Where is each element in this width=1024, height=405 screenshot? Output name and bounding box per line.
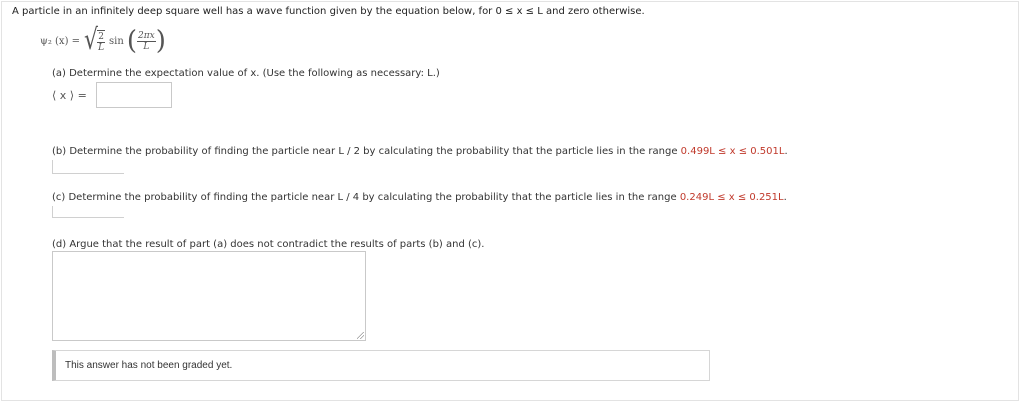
wave-function-equation: ψ₂ (x) = √ 2 L sin ( 2πx L ) (40, 24, 166, 57)
expectation-label: ⟨ x ⟩ = (52, 88, 87, 102)
equation-lhs: ψ₂ (x) = (40, 35, 81, 47)
sqrt-term: √ 2 L (84, 24, 106, 57)
part-b-question: (b) Determine the probability of finding… (52, 146, 788, 157)
part-b-answer-input[interactable] (52, 160, 124, 174)
part-c-range: 0.249L ≤ x ≤ 0.251L (679, 192, 784, 203)
part-d-answer-textarea[interactable] (52, 251, 366, 341)
sin-function: sin (109, 35, 124, 47)
resize-handle-icon[interactable] (357, 332, 364, 339)
part-b-range: 0.499L ≤ x ≤ 0.501L (680, 146, 785, 157)
part-a-answer-input[interactable] (96, 82, 172, 108)
part-d-question: (d) Argue that the result of part (a) do… (52, 239, 485, 250)
grading-status: This answer has not been graded yet. (52, 350, 710, 381)
sqrt-fraction: 2 L (97, 31, 105, 53)
problem-intro: A particle in an infinitely deep square … (12, 6, 645, 17)
part-a-answer-row: ⟨ x ⟩ = (52, 82, 172, 108)
part-c-answer-input[interactable] (52, 206, 124, 218)
sin-argument: 2πx L (136, 30, 156, 52)
part-a-question: (a) Determine the expectation value of x… (52, 68, 440, 79)
radical-sign: √ (84, 24, 99, 57)
part-c-question: (c) Determine the probability of finding… (52, 192, 787, 203)
